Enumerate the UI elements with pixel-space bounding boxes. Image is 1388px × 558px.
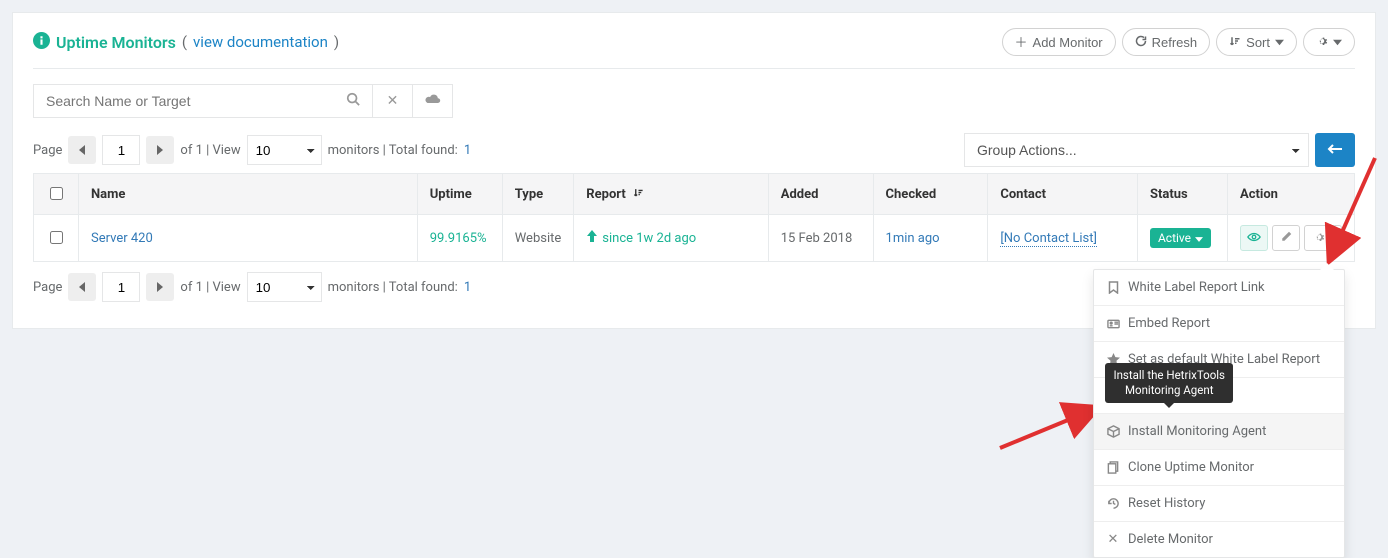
tail-text: monitors | Total found:	[328, 143, 458, 158]
col-status[interactable]: Status	[1137, 174, 1227, 215]
view-button[interactable]	[1240, 225, 1268, 251]
toolbar: ＋ Add Monitor Refresh Sort	[1002, 28, 1355, 56]
col-action: Action	[1228, 174, 1355, 215]
type-value: Website	[502, 215, 574, 262]
col-added[interactable]: Added	[768, 174, 873, 215]
page-input[interactable]	[102, 272, 140, 302]
search-submit-button[interactable]	[333, 84, 373, 118]
page-input[interactable]	[102, 135, 140, 165]
chevron-down-icon	[1195, 231, 1203, 245]
plus-icon: ＋	[1015, 36, 1028, 49]
uptime-monitors-panel: Uptime Monitors (view documentation) ＋ A…	[12, 12, 1376, 329]
edit-button[interactable]	[1272, 225, 1300, 251]
dd-white-label-link[interactable]: White Label Report Link	[1094, 270, 1344, 306]
group-actions-select[interactable]: Group Actions...	[964, 133, 1309, 167]
table-row: Server 420 99.9165% Website since 1w 2d …	[34, 215, 1355, 262]
cloud-icon	[425, 93, 441, 109]
col-report[interactable]: Report	[574, 174, 768, 215]
dd-embed-report[interactable]: Embed Report	[1094, 306, 1344, 342]
eye-icon	[1247, 231, 1261, 245]
checked-value[interactable]: 1min ago	[886, 231, 940, 246]
dd-install-agent[interactable]: Install Monitoring Agent	[1094, 414, 1344, 450]
gear-icon	[1313, 231, 1325, 246]
uptime-value: 99.9165%	[430, 231, 487, 246]
page-label: Page	[33, 143, 62, 158]
title-text: Uptime Monitors	[56, 33, 176, 52]
close-icon: ✕	[387, 93, 399, 109]
settings-button[interactable]	[1303, 28, 1355, 56]
row-gear-button[interactable]	[1304, 225, 1342, 251]
next-page-button[interactable]	[146, 136, 174, 164]
total-found: 1	[464, 143, 471, 158]
dd-clone-monitor[interactable]: Clone Uptime Monitor	[1094, 450, 1344, 486]
row-checkbox[interactable]	[50, 231, 63, 244]
row-actions	[1240, 225, 1342, 251]
gear-icon	[1316, 35, 1328, 49]
view-documentation-link[interactable]: view documentation	[193, 33, 328, 51]
sort-desc-icon	[633, 187, 644, 202]
dd-reset-history[interactable]: Reset History	[1094, 486, 1344, 522]
search-clear-button[interactable]: ✕	[373, 84, 413, 118]
search-input[interactable]	[33, 84, 333, 118]
refresh-icon	[1135, 35, 1147, 49]
refresh-button[interactable]: Refresh	[1122, 28, 1211, 56]
chevron-down-icon	[1275, 36, 1284, 49]
cube-icon	[1106, 425, 1120, 438]
added-value: 15 Feb 2018	[768, 215, 873, 262]
id-card-icon	[1106, 319, 1120, 329]
col-type[interactable]: Type	[502, 174, 574, 215]
close-icon: ✕	[1106, 532, 1120, 547]
install-agent-tooltip: Install the HetrixTools Monitoring Agent	[1105, 363, 1233, 403]
sort-button[interactable]: Sort	[1216, 28, 1297, 56]
of-text: of 1 | View	[180, 143, 240, 158]
per-page-select[interactable]: 10	[247, 272, 322, 302]
arrow-up-icon	[586, 230, 598, 246]
annotation-arrow-bottom	[995, 403, 1095, 457]
col-checked[interactable]: Checked	[873, 174, 988, 215]
search-bar: ✕	[33, 84, 1355, 118]
add-monitor-button[interactable]: ＋ Add Monitor	[1002, 28, 1116, 56]
pencil-icon	[1280, 231, 1292, 246]
table-header-row: Name Uptime Type Report Added Checked Co…	[34, 174, 1355, 215]
panel-header: Uptime Monitors (view documentation) ＋ A…	[33, 28, 1355, 69]
chevron-down-icon	[1327, 231, 1334, 245]
next-page-button[interactable]	[146, 273, 174, 301]
search-icon	[346, 92, 360, 110]
select-all-checkbox[interactable]	[50, 187, 63, 200]
contact-link[interactable]: [No Contact List]	[1000, 231, 1097, 247]
panel-title: Uptime Monitors (view documentation)	[33, 32, 339, 53]
chevron-down-icon	[1333, 36, 1342, 49]
monitor-name-link[interactable]: Server 420	[91, 231, 153, 246]
cloud-filter-button[interactable]	[413, 84, 453, 118]
history-icon	[1106, 497, 1120, 510]
status-badge[interactable]: Active	[1150, 228, 1211, 248]
col-name[interactable]: Name	[79, 174, 418, 215]
col-contact[interactable]: Contact	[988, 174, 1138, 215]
sort-icon	[1229, 35, 1241, 49]
row-actions-dropdown: White Label Report Link Embed Report Set…	[1093, 269, 1345, 558]
report-link[interactable]: since 1w 2d ago	[586, 230, 696, 246]
dropdown-caret	[1320, 263, 1334, 270]
bookmark-icon	[1106, 281, 1120, 294]
arrow-left-icon	[1327, 143, 1343, 158]
prev-page-button[interactable]	[68, 136, 96, 164]
per-page-select[interactable]: 10	[247, 135, 322, 165]
prev-page-button[interactable]	[68, 273, 96, 301]
group-actions-go-button[interactable]	[1315, 133, 1355, 167]
col-uptime[interactable]: Uptime	[417, 174, 502, 215]
pagination-top: Page of 1 | View 10 monitors | Total fou…	[33, 133, 1355, 167]
monitors-table: Name Uptime Type Report Added Checked Co…	[33, 173, 1355, 262]
copy-icon	[1106, 461, 1120, 474]
info-icon	[33, 32, 50, 53]
